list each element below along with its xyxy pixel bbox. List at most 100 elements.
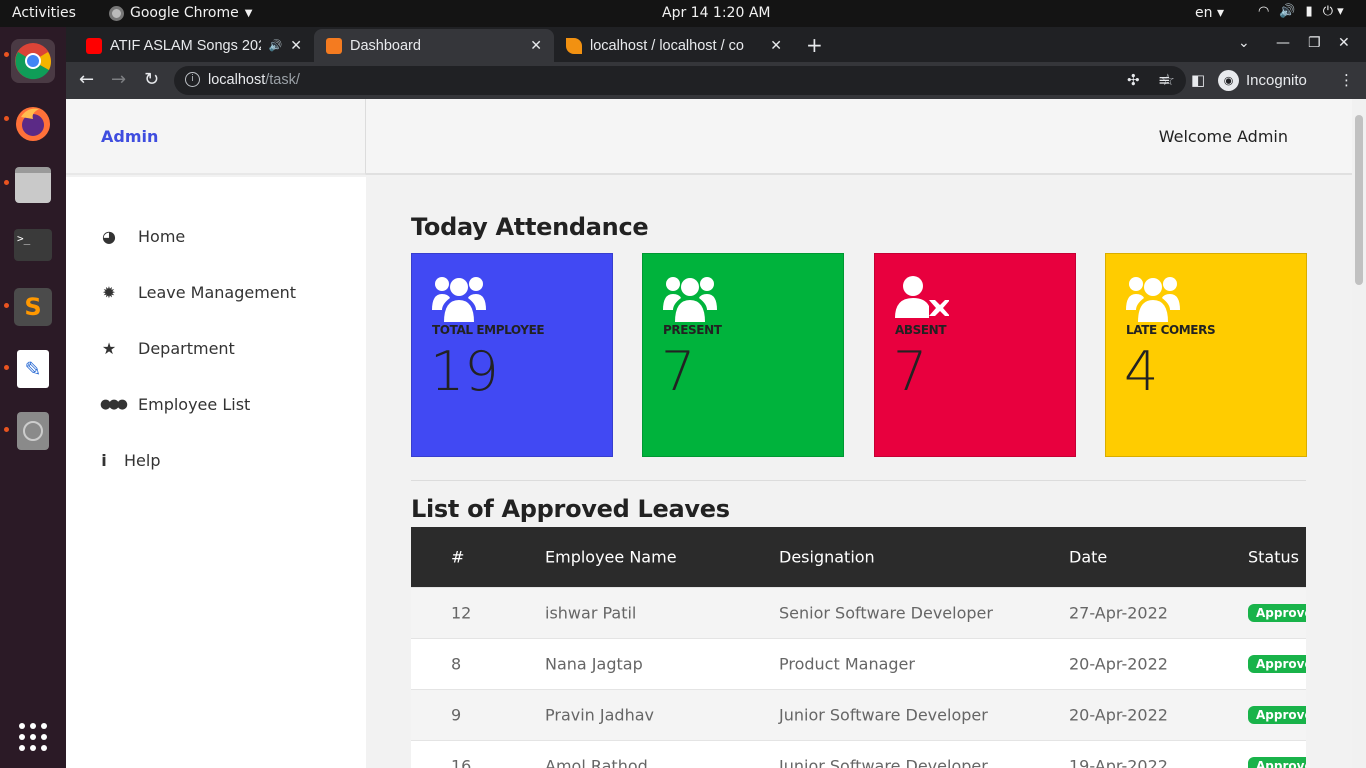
table-body: 12 ishwar Patil Senior Software Develope… [411, 587, 1306, 768]
back-button[interactable]: ← [79, 69, 94, 90]
language-indicator[interactable]: en ▾ [1195, 5, 1224, 21]
incognito-label: Incognito [1246, 72, 1307, 89]
table-row[interactable]: 9 Pravin Jadhav Junior Software Develope… [411, 689, 1306, 740]
table-header: # Employee Name Designation Date Status [411, 527, 1306, 587]
maximize-button[interactable]: ❐ [1308, 35, 1321, 51]
users-icon: ●●● [100, 397, 128, 412]
cell-date: 20-Apr-2022 [1069, 654, 1168, 674]
disc-dock-icon[interactable] [11, 409, 55, 453]
sidebar: ◕ Home ✹ Leave Management ★ Department ●… [66, 177, 366, 768]
running-indicator [4, 303, 9, 308]
new-tab-button[interactable]: + [806, 33, 823, 57]
app-menu[interactable]: Google Chrome ▼ [109, 5, 252, 21]
table-row[interactable]: 16 Amol Rathod Junior Software Developer… [411, 740, 1306, 768]
site-info-icon[interactable]: i [185, 72, 200, 87]
tab-search-icon[interactable]: ⌄ [1238, 35, 1250, 51]
browser-tab-strip: ATIF ASLAM Songs 202 🔊 ✕ Dashboard ✕ loc… [66, 27, 1366, 62]
forward-button[interactable]: → [111, 69, 126, 90]
sidebar-item-leave-management[interactable]: ✹ Leave Management [100, 283, 296, 302]
sidebar-item-help[interactable]: i Help [100, 451, 160, 470]
sidebar-item-home[interactable]: ◕ Home [100, 227, 185, 246]
card-label: PRESENT [663, 323, 722, 337]
cell-designation: Senior Software Developer [779, 603, 993, 623]
minimize-button[interactable]: — [1276, 35, 1290, 51]
table-row[interactable]: 12 ishwar Patil Senior Software Develope… [411, 587, 1306, 638]
close-icon[interactable]: ✕ [770, 37, 782, 54]
chrome-icon [109, 5, 124, 21]
sidebar-item-employee-list[interactable]: ●●● Employee List [100, 395, 250, 414]
firefox-dock-icon[interactable] [11, 101, 55, 145]
page-scrollbar[interactable] [1352, 99, 1366, 768]
column-header: Designation [779, 547, 875, 567]
menu-icon[interactable]: ⋮ [1339, 71, 1354, 89]
users-icon [663, 277, 717, 322]
extensions-icon[interactable]: ✣ [1127, 71, 1140, 89]
sidebar-item-label: Help [124, 451, 161, 470]
cell-name: Nana Jagtap [545, 654, 643, 674]
show-apps-icon[interactable] [19, 723, 47, 751]
dashboard-icon: ◕ [102, 227, 116, 246]
close-window-button[interactable]: ✕ [1338, 35, 1350, 51]
tab-dashboard[interactable]: Dashboard ✕ [314, 29, 554, 62]
incognito-icon: ◉ [1218, 70, 1239, 91]
brand-logo[interactable]: Admin [101, 127, 158, 146]
running-indicator [4, 427, 9, 432]
tab-title: localhost / localhost / co [590, 37, 744, 54]
dock: >_ S ✎ [0, 27, 66, 768]
wifi-icon: ◠ [1258, 4, 1270, 19]
phpmyadmin-icon [566, 37, 582, 54]
card-late-comers[interactable]: LATE COMERS 4 [1105, 253, 1307, 457]
incognito-indicator[interactable]: ◉ Incognito [1218, 67, 1307, 94]
running-indicator [4, 365, 9, 370]
column-header: Employee Name [545, 547, 677, 567]
cell-id: 16 [451, 756, 472, 768]
close-icon[interactable]: ✕ [530, 37, 542, 54]
text-editor-dock-icon[interactable]: ✎ [11, 347, 55, 391]
card-value: 19 [430, 340, 499, 403]
tab-title: Dashboard [350, 37, 421, 54]
address-bar[interactable]: i localhost/task/ ☆ [174, 66, 1186, 95]
system-top-bar: Activities Google Chrome ▼ Apr 14 1:20 A… [0, 0, 1366, 27]
leaves-title: List of Approved Leaves [411, 495, 730, 523]
chrome-dock-icon[interactable] [11, 39, 55, 83]
star-icon: ★ [101, 339, 117, 358]
system-tray[interactable]: ◠ 🔊 ▮ ⏻ ▾ [1258, 4, 1344, 19]
status-badge: Approved [1248, 655, 1306, 673]
brand-panel: Admin [66, 99, 366, 175]
page-header: Welcome Admin [366, 99, 1352, 175]
card-label: ABSENT [895, 323, 947, 337]
card-value: 7 [661, 340, 696, 403]
attendance-title: Today Attendance [411, 213, 649, 241]
tab-youtube[interactable]: ATIF ASLAM Songs 202 🔊 ✕ [74, 29, 314, 62]
side-panel-icon[interactable]: ◧ [1191, 71, 1205, 89]
activities-button[interactable]: Activities [12, 5, 76, 21]
card-present[interactable]: PRESENT 7 [642, 253, 844, 457]
cell-designation: Product Manager [779, 654, 915, 674]
sublime-dock-icon[interactable]: S [11, 285, 55, 329]
table-row[interactable]: 8 Nana Jagtap Product Manager 20-Apr-202… [411, 638, 1306, 689]
terminal-dock-icon[interactable]: >_ [11, 223, 55, 267]
files-dock-icon[interactable] [11, 163, 55, 207]
tab-phpmyadmin[interactable]: localhost / localhost / co ✕ [554, 29, 794, 62]
sidebar-item-label: Employee List [138, 395, 251, 414]
card-total-employee[interactable]: TOTAL EMPLOYEE 19 [411, 253, 613, 457]
power-icon: ⏻ ▾ [1322, 4, 1344, 19]
scrollbar-thumb[interactable] [1355, 115, 1363, 285]
running-indicator [4, 52, 9, 57]
sidebar-item-department[interactable]: ★ Department [100, 339, 235, 358]
gear-icon: ✹ [102, 283, 116, 302]
card-absent[interactable]: ABSENT 7 [874, 253, 1076, 457]
clock[interactable]: Apr 14 1:20 AM [662, 5, 770, 21]
reload-button[interactable]: ↻ [144, 69, 159, 90]
close-icon[interactable]: ✕ [290, 37, 302, 54]
audio-icon: 🔊 [268, 40, 283, 52]
cell-date: 19-Apr-2022 [1069, 756, 1168, 768]
tab-title: ATIF ASLAM Songs 202 [110, 37, 261, 54]
media-controls-icon[interactable]: ≡ [1158, 71, 1171, 89]
page-viewport: Admin Welcome Admin ◕ Home ✹ Leave Manag… [66, 99, 1352, 768]
info-icon: i [101, 451, 107, 470]
cell-name: Pravin Jadhav [545, 705, 654, 725]
sidebar-item-label: Department [138, 339, 235, 358]
card-label: TOTAL EMPLOYEE [432, 323, 545, 337]
users-icon [432, 277, 486, 322]
